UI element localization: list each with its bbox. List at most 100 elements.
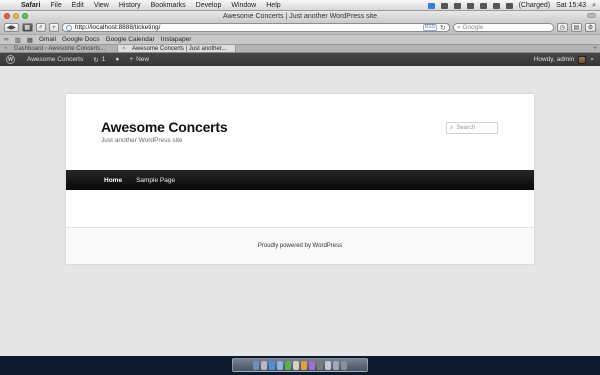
reader-icon[interactable]: ⌕ — [35, 23, 46, 32]
window-controls — [4, 13, 28, 19]
search-placeholder: Google — [462, 24, 484, 31]
search-icon: ⌕ — [456, 23, 461, 31]
footer-credit[interactable]: Proudly powered by WordPress — [258, 243, 342, 249]
nav-home[interactable]: Home — [104, 177, 122, 184]
tab-dashboard[interactable]: × Dashboard ‹ Awesome Concerts... — [0, 45, 118, 52]
add-bookmark-button[interactable]: + — [48, 23, 59, 32]
mail-icon[interactable] — [277, 361, 283, 370]
toolbar-toggle-button[interactable] — [587, 13, 596, 18]
notes-icon[interactable] — [301, 361, 307, 370]
menu-view[interactable]: View — [94, 2, 109, 9]
site-navigation: Home Sample Page — [66, 170, 534, 190]
menu-app-name[interactable]: Safari — [21, 2, 40, 9]
minimize-window-button[interactable] — [13, 13, 19, 19]
close-tab-icon[interactable]: × — [4, 46, 8, 52]
settings-gear-icon[interactable]: ⚙ — [584, 23, 596, 32]
twitter-icon[interactable] — [427, 2, 435, 9]
admin-comments[interactable]: ● — [115, 56, 119, 63]
updates-count: 1 — [101, 56, 106, 63]
url-text[interactable]: http://localhost:8888/ticketing/ — [75, 24, 423, 31]
tab-label: Dashboard ‹ Awesome Concerts... — [14, 45, 106, 52]
menubar-status-area: (Charged) Sat 15:43 ⌕ — [427, 0, 596, 11]
finder-icon[interactable] — [253, 361, 259, 370]
menu-file[interactable]: File — [50, 2, 61, 9]
menu-edit[interactable]: Edit — [72, 2, 84, 9]
reading-list-icon[interactable]: ∞ — [4, 36, 9, 43]
wp-admin-bar: W Awesome Concerts ↻ 1 ● + New Howdy, ad… — [0, 53, 600, 66]
bookmark-instapaper[interactable]: Instapaper — [161, 36, 192, 43]
page-menu-icon[interactable]: ▤ — [570, 23, 582, 32]
updates-icon: ↻ — [93, 56, 99, 64]
launchpad-icon[interactable] — [261, 361, 267, 370]
new-label: New — [136, 56, 150, 63]
google-search-field[interactable]: ⌕ Google — [452, 23, 554, 32]
menu-history[interactable]: History — [119, 2, 141, 9]
site-search-placeholder: Search — [456, 125, 476, 131]
safari-window: Awesome Concerts | Just another WordPres… — [0, 11, 600, 356]
tab-awesome-concerts[interactable]: × Awesome Concerts | Just another... — [118, 45, 236, 52]
bookmarks-book-icon[interactable]: ▥ — [15, 36, 21, 44]
terminal-icon[interactable] — [317, 361, 323, 370]
itunes-icon[interactable] — [309, 361, 315, 370]
site-page: Awesome Concerts Just another WordPress … — [66, 94, 534, 264]
dropbox-icon[interactable] — [440, 2, 448, 9]
window-title: Awesome Concerts | Just another WordPres… — [222, 12, 378, 20]
site-title[interactable]: Awesome Concerts — [101, 119, 228, 135]
avatar[interactable] — [578, 55, 587, 64]
volume-icon[interactable] — [492, 2, 500, 9]
menu-bookmarks[interactable]: Bookmarks — [151, 2, 186, 9]
plus-icon: + — [129, 56, 134, 63]
bookmark-google-docs[interactable]: Google Docs — [62, 36, 100, 43]
menu-help[interactable]: Help — [266, 2, 280, 9]
wifi-icon[interactable] — [479, 2, 487, 9]
trash-icon[interactable] — [341, 361, 347, 370]
rss-badge[interactable]: RSS — [422, 24, 437, 31]
menu-develop[interactable]: Develop — [196, 2, 222, 9]
messages-icon[interactable] — [285, 361, 291, 370]
back-button[interactable]: ◀▶ — [4, 23, 19, 32]
downloads-icon[interactable]: ◷ — [556, 23, 568, 32]
top-sites-icon[interactable]: ▦ — [27, 36, 33, 44]
close-window-button[interactable] — [4, 13, 10, 19]
page-viewport: Awesome Concerts Just another WordPress … — [0, 76, 600, 356]
comments-icon: ● — [115, 56, 120, 63]
admin-updates[interactable]: ↻ 1 — [93, 56, 105, 64]
site-tagline: Just another WordPress site — [101, 137, 183, 144]
mac-dock — [232, 358, 368, 372]
window-titlebar: Awesome Concerts | Just another WordPres… — [0, 11, 600, 21]
howdy-text[interactable]: Howdy, admin — [534, 56, 575, 63]
mac-menubar: Safari File Edit View History Bookmarks … — [0, 0, 600, 11]
show-all-tabs-icon[interactable]: ▦ — [21, 23, 33, 32]
globe-icon — [65, 24, 72, 31]
close-tab-icon[interactable]: × — [122, 46, 126, 52]
zoom-window-button[interactable] — [22, 13, 28, 19]
admin-account[interactable]: Howdy, admin ⌕ — [534, 55, 600, 64]
battery-status[interactable]: (Charged) — [519, 2, 551, 9]
bookmarks-bar: ∞ ▥ ▦ Gmail Google Docs Google Calendar … — [0, 34, 600, 44]
admin-site-name[interactable]: Awesome Concerts — [27, 56, 83, 63]
reload-icon[interactable]: ↻ — [440, 24, 446, 32]
battery-icon[interactable] — [505, 2, 513, 9]
menu-window[interactable]: Window — [231, 2, 256, 9]
bookmark-google-calendar[interactable]: Google Calendar — [106, 36, 155, 43]
preferences-icon[interactable] — [325, 361, 331, 370]
bluetooth-icon[interactable] — [466, 2, 474, 9]
address-bar[interactable]: http://localhost:8888/ticketing/ RSS ↻ — [61, 23, 450, 32]
time-machine-icon[interactable] — [453, 2, 461, 9]
downloads-stack-icon[interactable] — [333, 361, 339, 370]
nav-sample-page[interactable]: Sample Page — [136, 177, 175, 184]
calendar-icon[interactable] — [293, 361, 299, 370]
tab-label: Awesome Concerts | Just another... — [132, 45, 227, 52]
bookmark-gmail[interactable]: Gmail — [39, 36, 56, 43]
browser-toolbar: ◀▶ ▦ ⌕ + http://localhost:8888/ticketing… — [0, 21, 600, 34]
safari-icon[interactable] — [269, 361, 275, 370]
site-search-input[interactable]: ⌕ Search — [446, 122, 498, 134]
menubar-clock[interactable]: Sat 15:43 — [556, 2, 586, 9]
admin-search-icon[interactable]: ⌕ — [590, 56, 594, 64]
search-icon: ⌕ — [450, 124, 454, 131]
site-footer: Proudly powered by WordPress — [66, 227, 534, 264]
admin-new[interactable]: + New — [129, 56, 149, 63]
wordpress-logo-icon[interactable]: W — [6, 55, 15, 64]
spotlight-icon[interactable]: ⌕ — [592, 2, 596, 10]
new-tab-button[interactable]: + — [590, 45, 600, 52]
